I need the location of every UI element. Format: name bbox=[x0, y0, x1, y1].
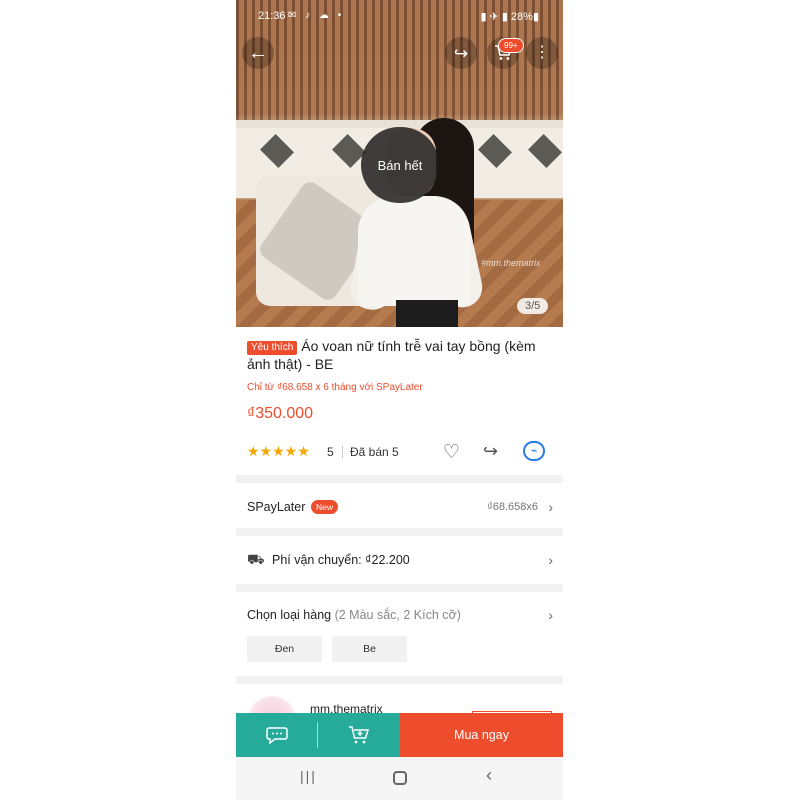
section-divider bbox=[236, 584, 563, 592]
share-button-top[interactable]: ↪ bbox=[445, 37, 477, 69]
product-title: Yêu thích Áo voan nữ tính trễ vai tay bồn… bbox=[247, 337, 552, 373]
buy-now-button[interactable]: Mua ngay bbox=[400, 713, 563, 757]
new-badge: New bbox=[311, 500, 339, 514]
home-icon[interactable] bbox=[393, 771, 407, 785]
favorite-tag: Yêu thích bbox=[247, 341, 298, 355]
chevron-right-icon: › bbox=[548, 552, 553, 568]
spaylater-label: SPayLater bbox=[247, 500, 306, 514]
recent-apps-icon[interactable]: ||| bbox=[300, 768, 317, 784]
spaylater-value: ₫68.658x6 bbox=[487, 501, 538, 513]
app-screen: 21:36 ✉ ♪ ☁ • ▮ ✈ ▮ 28%▮ ← ↪ 99+ ⋮ Bán h… bbox=[236, 0, 563, 800]
back-icon[interactable]: ‹ bbox=[486, 765, 492, 786]
more-vertical-icon: ⋮ bbox=[534, 44, 550, 61]
chat-icon bbox=[266, 727, 288, 744]
image-pager: 3/5 bbox=[517, 298, 549, 314]
status-bar: 21:36 ✉ ♪ ☁ • ▮ ✈ ▮ 28%▮ bbox=[236, 8, 563, 26]
chevron-right-icon: › bbox=[548, 499, 553, 515]
sold-out-label: Bán hết bbox=[377, 157, 423, 173]
rating-stars-icon: ★★★★★ bbox=[247, 443, 310, 459]
share-icon: ↪ bbox=[453, 43, 469, 63]
product-image-carousel[interactable]: 21:36 ✉ ♪ ☁ • ▮ ✈ ▮ 28%▮ ← ↪ 99+ ⋮ Bán h… bbox=[236, 0, 563, 327]
model-blouse bbox=[358, 196, 470, 306]
chat-button[interactable] bbox=[236, 713, 318, 757]
rating-value: 5 bbox=[327, 445, 334, 459]
status-time: 21:36 bbox=[258, 10, 286, 22]
notification-icons: ✉ ♪ ☁ • bbox=[288, 10, 345, 21]
system-navigation-bar: ||| ‹ bbox=[236, 757, 563, 800]
status-right: ▮ ✈ ▮ 28%▮ bbox=[480, 11, 539, 23]
variant-option[interactable]: Đen bbox=[247, 636, 322, 662]
arrow-left-icon: ← bbox=[248, 42, 268, 64]
share-icon[interactable]: ↪ bbox=[483, 441, 498, 462]
image-watermark: #mm.thematrix bbox=[481, 258, 541, 268]
rating-row: ★★★★★ 5 Đã bán 5 ♡ ↪ ⌁ bbox=[247, 441, 552, 464]
shipping-row[interactable]: ⛟ Phí vận chuyển: ₫22.200 › bbox=[236, 536, 563, 584]
heart-icon[interactable]: ♡ bbox=[443, 441, 460, 464]
truck-icon: ⛟ bbox=[247, 551, 265, 567]
more-button[interactable]: ⋮ bbox=[526, 37, 558, 69]
variant-option[interactable]: Be bbox=[332, 636, 407, 662]
chevron-right-icon: › bbox=[548, 607, 553, 623]
bottom-action-bar: Mua ngay bbox=[236, 713, 563, 757]
spaylater-subtitle: Chỉ từ ₫68.658 x 6 tháng với SPayLater bbox=[247, 382, 423, 393]
back-button[interactable]: ← bbox=[242, 37, 274, 69]
variant-label: Chọn loại hàng (2 Màu sắc, 2 Kích cỡ) bbox=[247, 608, 461, 622]
section-divider bbox=[236, 528, 563, 536]
section-divider bbox=[236, 475, 563, 483]
product-info: Yêu thích Áo voan nữ tính trễ vai tay bồn… bbox=[236, 327, 563, 475]
sold-out-overlay: Bán hết bbox=[361, 127, 439, 203]
product-price: ₫350.000 bbox=[247, 405, 314, 422]
add-cart-icon bbox=[349, 726, 370, 744]
messenger-icon[interactable]: ⌁ bbox=[523, 441, 545, 461]
divider bbox=[342, 446, 343, 458]
shipping-fee: Phí vận chuyển: ₫22.200 bbox=[272, 553, 410, 567]
section-divider bbox=[236, 676, 563, 684]
variant-summary: (2 Màu sắc, 2 Kích cỡ) bbox=[334, 608, 461, 622]
sold-count: Đã bán 5 bbox=[350, 445, 399, 459]
add-to-cart-button[interactable] bbox=[318, 713, 400, 757]
spaylater-row[interactable]: SPayLater New ₫68.658x6 › bbox=[236, 486, 563, 528]
cart-count-badge: 99+ bbox=[498, 38, 524, 53]
variant-selector[interactable]: Chọn loại hàng (2 Màu sắc, 2 Kích cỡ) › … bbox=[236, 592, 563, 674]
